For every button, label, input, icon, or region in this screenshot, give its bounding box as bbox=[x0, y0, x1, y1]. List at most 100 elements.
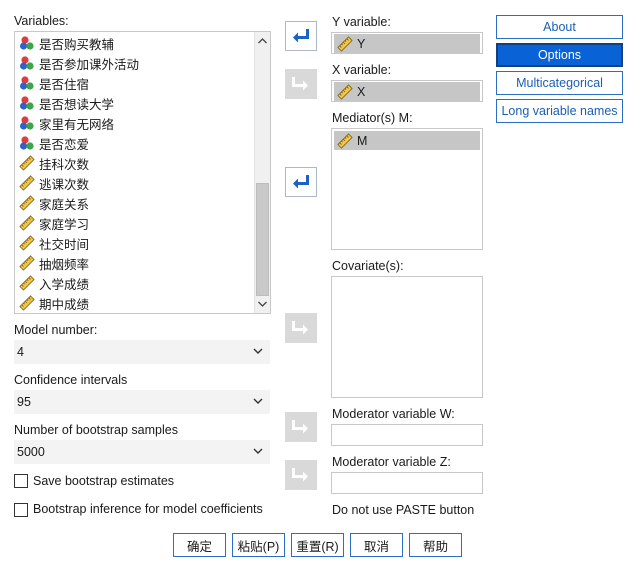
scale-ruler-icon bbox=[337, 36, 353, 51]
y-variable-value: Y bbox=[357, 36, 366, 51]
chevron-down-icon bbox=[253, 348, 263, 354]
save-bootstrap-checkbox[interactable] bbox=[14, 474, 28, 488]
confidence-intervals-label: Confidence intervals bbox=[14, 373, 128, 387]
scale-ruler-icon bbox=[19, 155, 35, 171]
scale-ruler-icon bbox=[19, 235, 35, 251]
y-variable-field[interactable]: Y bbox=[331, 32, 483, 54]
scale-ruler-icon bbox=[337, 133, 353, 148]
scroll-down-icon[interactable] bbox=[255, 296, 270, 312]
covariates-listbox[interactable] bbox=[331, 276, 483, 398]
move-covariate-button[interactable] bbox=[285, 313, 317, 343]
paste-button[interactable]: 粘贴(P) bbox=[232, 533, 285, 557]
move-x-button[interactable] bbox=[285, 69, 317, 99]
nominal-variable-icon bbox=[20, 96, 34, 110]
variables-scrollbar[interactable] bbox=[254, 32, 270, 313]
save-bootstrap-label: Save bootstrap estimates bbox=[33, 474, 175, 488]
variable-list-item[interactable]: 抽烟频率 bbox=[19, 253, 89, 273]
bootstrap-samples-select[interactable]: 5000 bbox=[14, 440, 270, 464]
paste-note: Do not use PASTE button bbox=[332, 503, 475, 517]
mediators-listbox[interactable]: M bbox=[331, 128, 483, 250]
confidence-intervals-select[interactable]: 95 bbox=[14, 390, 270, 414]
variable-list-item[interactable]: 挂科次数 bbox=[19, 153, 89, 173]
variable-list-item[interactable]: 逃课次数 bbox=[19, 173, 89, 193]
variable-list-item[interactable]: 家里有无网络 bbox=[19, 113, 114, 133]
variable-name: 抽烟频率 bbox=[39, 257, 90, 272]
variables-label: Variables: bbox=[14, 14, 69, 28]
variable-list-item[interactable]: 是否参加课外活动 bbox=[19, 53, 139, 73]
model-number-value: 4 bbox=[17, 345, 24, 359]
help-button[interactable]: 帮助 bbox=[409, 533, 462, 557]
variable-name: 是否购买教辅 bbox=[39, 37, 115, 52]
variable-name: 是否住宿 bbox=[39, 77, 90, 92]
bootstrap-samples-value: 5000 bbox=[17, 445, 45, 459]
variable-list-item[interactable]: 社交时间 bbox=[19, 233, 89, 253]
move-y-button[interactable] bbox=[285, 21, 317, 51]
arrow-right-icon bbox=[292, 468, 308, 482]
confidence-intervals-value: 95 bbox=[17, 395, 31, 409]
y-variable-label: Y variable: bbox=[332, 15, 391, 29]
moderator-w-field[interactable] bbox=[331, 424, 483, 446]
move-mediator-button[interactable] bbox=[285, 167, 317, 197]
variable-list-item[interactable]: 是否住宿 bbox=[19, 73, 89, 93]
variable-name: 家里有无网络 bbox=[39, 117, 115, 132]
variable-name: 社交时间 bbox=[39, 237, 90, 252]
bootstrap-inference-label: Bootstrap inference for model coefficien… bbox=[33, 502, 263, 516]
mediator-value: M bbox=[357, 133, 368, 148]
scroll-thumb[interactable] bbox=[256, 183, 269, 296]
arrow-left-icon bbox=[293, 29, 309, 43]
variable-name: 家庭关系 bbox=[39, 197, 90, 212]
scroll-up-icon[interactable] bbox=[255, 33, 270, 49]
variables-listbox[interactable]: 是否购买教辅是否参加课外活动 是否住宿 是否想读大学家里有无网络 是否恋爱挂科次数逃课… bbox=[14, 31, 271, 314]
moderator-z-label: Moderator variable Z: bbox=[332, 455, 451, 469]
variable-list-item[interactable]: 期中成绩 bbox=[19, 293, 89, 313]
arrow-right-icon bbox=[292, 321, 308, 335]
scale-ruler-icon bbox=[337, 84, 353, 99]
bootstrap-inference-checkbox[interactable] bbox=[14, 503, 28, 517]
moderator-z-field[interactable] bbox=[331, 472, 483, 494]
variable-list-item[interactable]: 家庭学习 bbox=[19, 213, 89, 233]
cancel-button[interactable]: 取消 bbox=[350, 533, 403, 557]
x-variable-label: X variable: bbox=[332, 63, 392, 77]
nominal-variable-icon bbox=[20, 116, 34, 130]
mediator-item[interactable]: M bbox=[334, 131, 480, 150]
multicategorical-button[interactable]: Multicategorical bbox=[496, 71, 623, 95]
mediators-label: Mediator(s) M: bbox=[332, 111, 413, 125]
long-variable-names-button[interactable]: Long variable names bbox=[496, 99, 623, 123]
variable-name: 期中成绩 bbox=[39, 297, 90, 312]
arrow-left-icon bbox=[293, 175, 309, 189]
variable-list-item[interactable]: 是否恋爱 bbox=[19, 133, 89, 153]
ok-button[interactable]: 确定 bbox=[173, 533, 226, 557]
variable-name: 逃课次数 bbox=[39, 177, 90, 192]
variable-name: 挂科次数 bbox=[39, 157, 90, 172]
bootstrap-samples-label: Number of bootstrap samples bbox=[14, 423, 178, 437]
scale-ruler-icon bbox=[19, 215, 35, 231]
nominal-variable-icon bbox=[20, 136, 34, 150]
variable-list-item[interactable]: 是否想读大学 bbox=[19, 93, 114, 113]
variable-list-item[interactable]: 家庭关系 bbox=[19, 193, 89, 213]
variable-list-item[interactable]: 入学成绩 bbox=[19, 273, 89, 293]
scale-ruler-icon bbox=[19, 195, 35, 211]
variable-name: 是否参加课外活动 bbox=[39, 57, 140, 72]
model-number-label: Model number: bbox=[14, 323, 98, 337]
model-number-select[interactable]: 4 bbox=[14, 340, 270, 364]
variable-list-item[interactable]: 是否购买教辅 bbox=[19, 33, 114, 53]
about-button[interactable]: About bbox=[496, 15, 623, 39]
nominal-variable-icon bbox=[20, 76, 34, 90]
variable-name: 家庭学习 bbox=[39, 217, 90, 232]
nominal-variable-icon bbox=[20, 56, 34, 70]
covariates-label: Covariate(s): bbox=[332, 259, 404, 273]
arrow-right-icon bbox=[292, 77, 308, 91]
scale-ruler-icon bbox=[19, 255, 35, 271]
y-variable-item[interactable]: Y bbox=[334, 34, 480, 53]
options-button[interactable]: Options bbox=[496, 43, 623, 67]
reset-button[interactable]: 重置(R) bbox=[291, 533, 344, 557]
moderator-w-label: Moderator variable W: bbox=[332, 407, 455, 421]
chevron-down-icon bbox=[253, 398, 263, 404]
arrow-right-icon bbox=[292, 420, 308, 434]
x-variable-field[interactable]: X bbox=[331, 80, 483, 102]
x-variable-value: X bbox=[357, 84, 366, 99]
move-moderator-z-button[interactable] bbox=[285, 460, 317, 490]
x-variable-item[interactable]: X bbox=[334, 82, 480, 101]
move-moderator-w-button[interactable] bbox=[285, 412, 317, 442]
scale-ruler-icon bbox=[19, 275, 35, 291]
